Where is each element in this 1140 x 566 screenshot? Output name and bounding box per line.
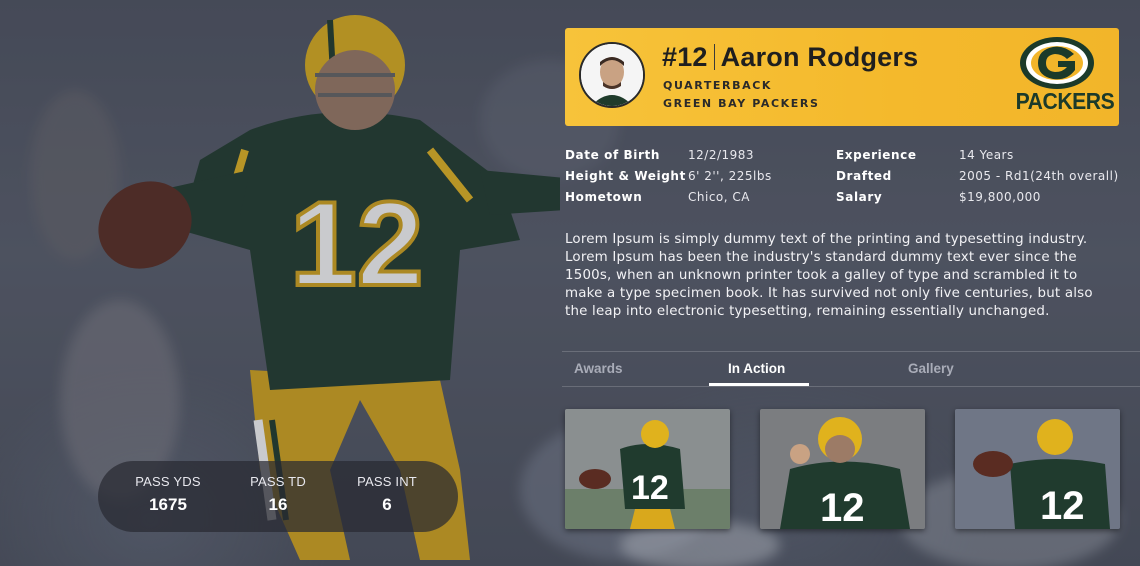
player-header-card: #12 Aaron Rodgers QUARTERBACK GREEN BAY P… bbox=[565, 28, 1119, 126]
name-divider bbox=[713, 44, 715, 70]
bio-label-salary: Salary bbox=[836, 190, 883, 204]
bio-label-height-weight: Height & Weight bbox=[565, 169, 686, 183]
stat-value: 1675 bbox=[149, 495, 187, 514]
team-logo: PACKERS bbox=[1012, 36, 1115, 118]
bio-label-drafted: Drafted bbox=[836, 169, 892, 183]
bio-value-drafted: 2005 - Rd1(24th overall) bbox=[959, 169, 1119, 183]
stat-label: PASS YDS bbox=[135, 474, 201, 489]
stat-value: 6 bbox=[382, 495, 392, 514]
gallery-thumb-2[interactable]: 12 bbox=[760, 409, 925, 529]
stat-pass-td: PASS TD 16 bbox=[233, 474, 323, 515]
team-logo-wordmark: PACKERS bbox=[1015, 88, 1115, 114]
player-position: QUARTERBACK bbox=[663, 79, 773, 92]
player-name-heading: #12 Aaron Rodgers bbox=[662, 42, 918, 73]
player-description: Lorem Ipsum is simply dummy text of the … bbox=[565, 232, 1093, 319]
stat-pass-yds: PASS YDS 1675 bbox=[123, 474, 213, 515]
stat-pass-int: PASS INT 6 bbox=[342, 474, 432, 515]
bio-label-hometown: Hometown bbox=[565, 190, 643, 204]
action-photo-icon: 12 bbox=[760, 409, 925, 529]
bio-value-salary: $19,800,000 bbox=[959, 190, 1041, 204]
svg-text:12: 12 bbox=[820, 486, 865, 529]
svg-text:12: 12 bbox=[1040, 484, 1085, 528]
player-avatar bbox=[579, 42, 645, 108]
bio-label-experience: Experience bbox=[836, 148, 917, 162]
active-tab-indicator bbox=[709, 383, 809, 386]
player-team: GREEN BAY PACKERS bbox=[663, 97, 820, 110]
stat-label: PASS INT bbox=[357, 474, 417, 489]
gallery-thumb-1[interactable]: 12 bbox=[565, 409, 730, 529]
action-photo-icon: 12 bbox=[955, 409, 1120, 529]
bio-value-height-weight: 6' 2'', 225lbs bbox=[688, 169, 772, 183]
stats-summary: PASS YDS 1675 PASS TD 16 PASS INT 6 bbox=[98, 461, 458, 532]
stat-label: PASS TD bbox=[250, 474, 306, 489]
player-number: #12 bbox=[662, 42, 708, 72]
gallery-thumb-3[interactable]: 12 bbox=[955, 409, 1120, 529]
tab-in-action[interactable]: In Action bbox=[728, 361, 785, 376]
tab-awards[interactable]: Awards bbox=[574, 361, 623, 376]
bio-label-dob: Date of Birth bbox=[565, 148, 661, 162]
packers-g-icon bbox=[1020, 37, 1094, 89]
stat-value: 16 bbox=[268, 495, 288, 514]
svg-text:12: 12 bbox=[631, 469, 669, 507]
tab-gallery[interactable]: Gallery bbox=[908, 361, 954, 376]
bio-value-experience: 14 Years bbox=[959, 148, 1014, 162]
player-name: Aaron Rodgers bbox=[720, 42, 919, 72]
media-tabs: Awards In Action Gallery bbox=[562, 351, 1140, 387]
action-photo-icon: 12 bbox=[565, 409, 730, 529]
bio-value-dob: 12/2/1983 bbox=[688, 148, 755, 162]
bio-value-hometown: Chico, CA bbox=[688, 190, 750, 204]
